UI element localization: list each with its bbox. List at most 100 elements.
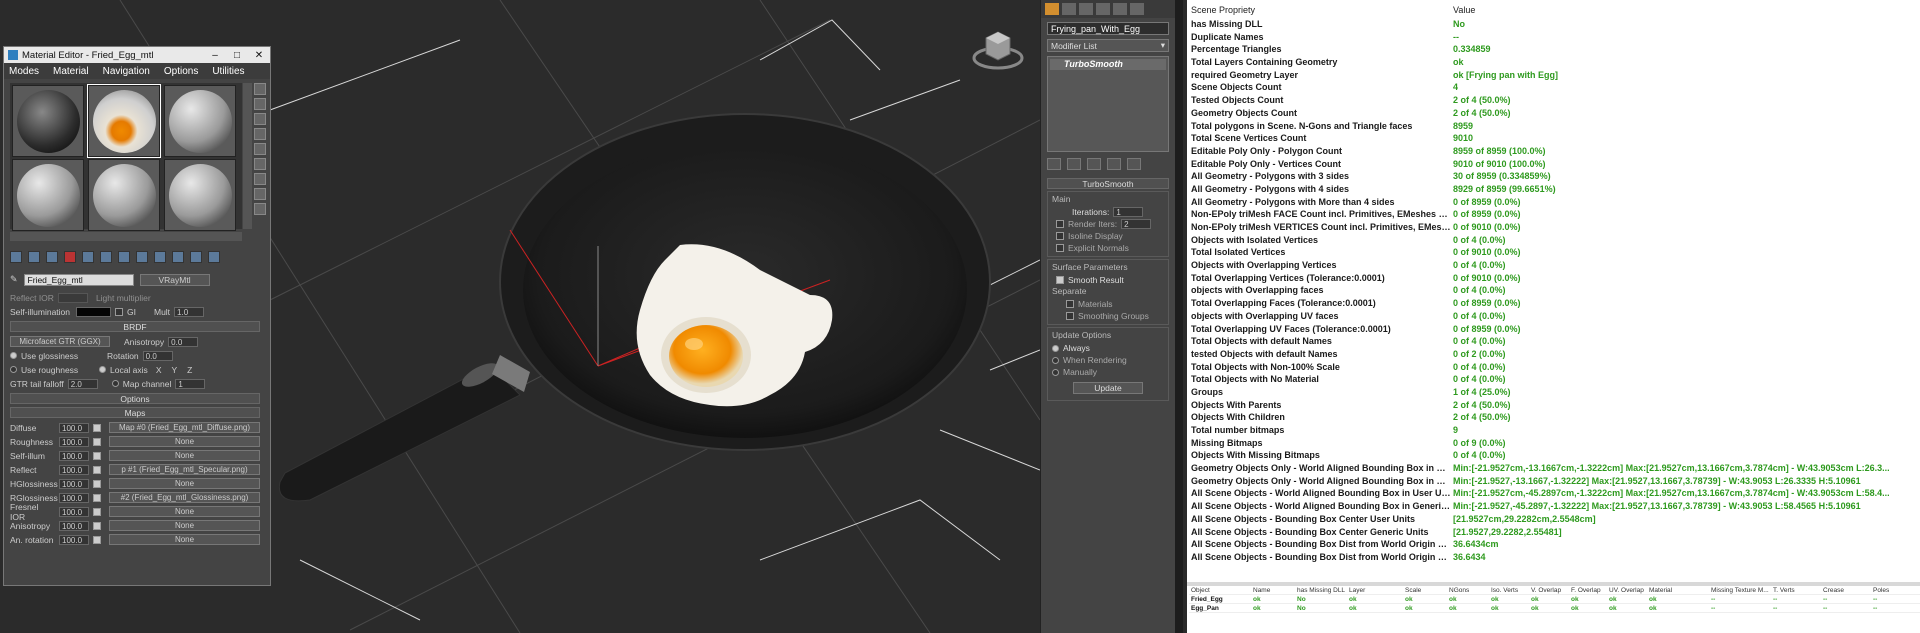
motion-tab-icon[interactable]	[1096, 3, 1110, 15]
objects-table-row[interactable]: Egg_Pan ok No ok ok ok ok ok ok ok ok -- -- -- --	[1189, 604, 1920, 613]
sample-slot-1[interactable]	[12, 85, 84, 157]
map-enable-checkbox[interactable]	[93, 451, 101, 460]
report-header-value[interactable]: Value	[1451, 5, 1920, 15]
report-row[interactable]: objects with Overlapping UV faces 0 of 4 …	[1189, 310, 1920, 323]
minimize-icon[interactable]: –	[204, 50, 226, 61]
get-material-icon[interactable]	[10, 251, 22, 263]
map-channel-radio[interactable]	[111, 380, 119, 387]
render-iters-spinner[interactable]: 2	[1121, 219, 1152, 229]
sample-slot-6[interactable]	[164, 159, 236, 231]
menu-options[interactable]: Options	[164, 66, 198, 77]
material-type-button[interactable]: VRayMtl	[139, 273, 210, 286]
report-row[interactable]: All Scene Objects - Bounding Box Dist fr…	[1189, 538, 1920, 551]
show-map-icon[interactable]	[154, 251, 166, 263]
options-icon[interactable]	[254, 173, 266, 185]
report-row[interactable]: objects with Overlapping faces 0 of 4 (0.…	[1189, 284, 1920, 297]
map-amount-spinner[interactable]: 100.0	[59, 478, 89, 489]
object-name-field[interactable]: Frying_pan_With_Egg	[1047, 22, 1169, 35]
material-id-icon[interactable]	[136, 251, 148, 263]
objects-table-row[interactable]: Fried_Egg ok No ok ok ok ok ok ok ok ok -- -- -- --	[1189, 595, 1920, 604]
report-row[interactable]: All Geometry - Polygons with 3 sides 30 o…	[1189, 170, 1920, 183]
report-row[interactable]: Geometry Objects Only - World Aligned Bo…	[1189, 474, 1920, 487]
hierarchy-tab-icon[interactable]	[1079, 3, 1093, 15]
reflect-ior-spinner[interactable]	[57, 292, 88, 303]
objects-column-header[interactable]: F. Overlap	[1569, 587, 1607, 594]
report-row[interactable]: All Geometry - Polygons with More than 4…	[1189, 195, 1920, 208]
report-row[interactable]: All Scene Objects - World Aligned Boundi…	[1189, 487, 1920, 500]
materials-checkbox[interactable]	[1066, 300, 1074, 308]
map-amount-spinner[interactable]: 100.0	[59, 422, 89, 433]
viewcube-icon[interactable]	[972, 24, 1024, 76]
maximize-icon[interactable]: □	[226, 50, 248, 61]
report-row[interactable]: Objects With Parents 2 of 4 (50.0%)	[1189, 398, 1920, 411]
axis-y-button[interactable]: Y	[171, 365, 177, 375]
go-forward-sibling-icon[interactable]	[208, 251, 220, 263]
menu-modes[interactable]: Modes	[9, 66, 39, 77]
report-row[interactable]: Non-EPoly triMesh FACE Count incl. Primi…	[1189, 208, 1920, 221]
remove-modifier-icon[interactable]	[1107, 158, 1121, 170]
pin-stack-icon[interactable]	[1047, 158, 1061, 170]
report-row[interactable]: Total Overlapping Vertices (Tolerance:0.…	[1189, 271, 1920, 284]
map-enable-checkbox[interactable]	[93, 507, 101, 516]
report-row[interactable]: Total Overlapping Faces (Tolerance:0.000…	[1189, 297, 1920, 310]
report-row[interactable]: Total Isolated Vertices 0 of 9010 (0.0%)	[1189, 246, 1920, 259]
select-by-material-icon[interactable]	[254, 188, 266, 200]
map-enable-checkbox[interactable]	[93, 465, 101, 474]
self-illum-color-swatch[interactable]	[76, 306, 111, 317]
material-editor-titlebar[interactable]: Material Editor - Fried_Egg_mtl – □ ✕	[4, 47, 270, 63]
objects-column-header[interactable]: NGons	[1447, 587, 1489, 594]
create-tab-icon[interactable]	[1045, 3, 1059, 15]
report-row[interactable]: required Geometry Layer ok [Frying pan wi…	[1189, 68, 1920, 81]
report-row[interactable]: All Scene Objects - Bounding Box Center …	[1189, 513, 1920, 526]
mult-spinner[interactable]: 1.0	[174, 306, 205, 317]
report-row[interactable]: has Missing DLL No	[1189, 18, 1920, 31]
go-to-parent-icon[interactable]	[190, 251, 202, 263]
objects-column-header[interactable]: Name	[1251, 587, 1295, 594]
explicit-normals-checkbox[interactable]	[1056, 244, 1064, 252]
background-icon[interactable]	[254, 113, 266, 125]
sample-type-icon[interactable]	[254, 83, 266, 95]
report-row[interactable]: Percentage Triangles 0.334859	[1189, 43, 1920, 56]
make-unique-icon[interactable]	[100, 251, 112, 263]
modifier-list-dropdown[interactable]: Modifier List ▾	[1047, 39, 1169, 52]
material-editor-window[interactable]: Material Editor - Fried_Egg_mtl – □ ✕ Mo…	[3, 46, 271, 586]
display-tab-icon[interactable]	[1113, 3, 1127, 15]
brdf-type-dropdown[interactable]: Microfacet GTR (GGX)	[10, 336, 110, 347]
slots-horizontal-scrollbar[interactable]	[10, 232, 242, 241]
use-glossiness-radio[interactable]	[10, 352, 17, 359]
material-name-field[interactable]: Fried_Egg_mtl	[23, 273, 134, 286]
report-row[interactable]: Objects with Overlapping Vertices 0 of 4 …	[1189, 259, 1920, 272]
map-enable-checkbox[interactable]	[93, 521, 101, 530]
report-row[interactable]: Total Layers Containing Geometry ok	[1189, 56, 1920, 69]
gtr-spinner[interactable]: 2.0	[67, 378, 98, 389]
smooth-result-checkbox[interactable]	[1056, 276, 1064, 284]
objects-column-header[interactable]: T. Verts	[1771, 587, 1821, 594]
map-slot-button[interactable]: None	[109, 478, 260, 489]
report-header-property[interactable]: Scene Propriety	[1189, 5, 1451, 15]
objects-column-header[interactable]: has Missing DLL	[1295, 587, 1347, 594]
report-row[interactable]: Groups 1 of 4 (25.0%)	[1189, 386, 1920, 399]
map-enable-checkbox[interactable]	[93, 493, 101, 502]
report-row[interactable]: All Scene Objects - Bounding Box Dist fr…	[1189, 551, 1920, 564]
report-row[interactable]: Total polygons in Scene. N-Gons and Tria…	[1189, 119, 1920, 132]
show-end-result-toggle-icon[interactable]	[1067, 158, 1081, 170]
report-row[interactable]: Geometry Objects Count 2 of 4 (50.0%)	[1189, 107, 1920, 120]
objects-column-header[interactable]: Scale	[1403, 587, 1447, 594]
manually-radio[interactable]	[1052, 368, 1059, 376]
report-row[interactable]: Tested Objects Count 2 of 4 (50.0%)	[1189, 94, 1920, 107]
map-amount-spinner[interactable]: 100.0	[59, 464, 89, 475]
map-amount-spinner[interactable]: 100.0	[59, 450, 89, 461]
menu-material[interactable]: Material	[53, 66, 89, 77]
make-preview-icon[interactable]	[254, 158, 266, 170]
map-slot-button[interactable]: None	[109, 534, 260, 545]
report-row[interactable]: Editable Poly Only - Vertices Count 9010 …	[1189, 157, 1920, 170]
render-iters-checkbox[interactable]	[1056, 220, 1064, 228]
smoothing-groups-checkbox[interactable]	[1066, 312, 1074, 320]
objects-column-header[interactable]: UV. Overlap	[1607, 587, 1647, 594]
report-row[interactable]: Duplicate Names --	[1189, 30, 1920, 43]
put-to-library-icon[interactable]	[118, 251, 130, 263]
configure-modifier-sets-icon[interactable]	[1127, 158, 1141, 170]
show-end-result-icon[interactable]	[172, 251, 184, 263]
use-roughness-radio[interactable]	[10, 366, 17, 373]
report-row[interactable]: Scene Objects Count 4	[1189, 81, 1920, 94]
